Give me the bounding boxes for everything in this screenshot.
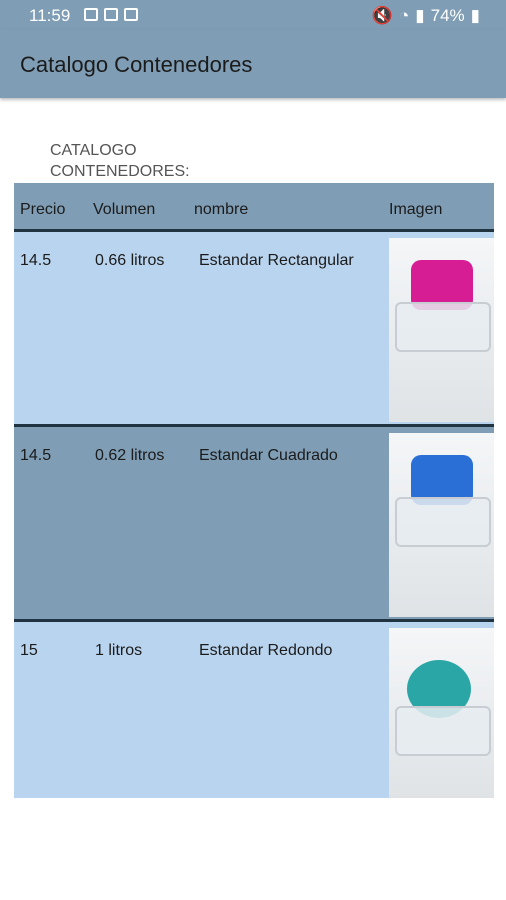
table-header: Precio Volumen nombre Imagen [14, 183, 494, 232]
row-volumen: 0.62 litros [95, 447, 165, 464]
battery-percent: 74% [430, 6, 465, 25]
caption-line-2: CONTENEDORES: [50, 163, 190, 180]
catalog-table: Precio Volumen nombre Imagen 14.5 0.66 l… [14, 183, 494, 798]
app-icon [124, 8, 138, 21]
row-nombre: Estandar Redondo [199, 642, 333, 659]
table-row[interactable]: 14.5 0.66 litros Estandar Rectangular [14, 232, 494, 427]
product-image [389, 433, 494, 617]
status-bar: 11:59 🔇 ◔ ▮ 74% ▮ [0, 0, 506, 30]
app-title: Catalogo Contenedores [20, 52, 253, 77]
wifi-icon: ◔ [398, 6, 410, 25]
status-time: 11:59 [29, 6, 71, 25]
row-precio: 15 [20, 642, 38, 659]
header-volumen: Volumen [93, 201, 156, 218]
signal-icon: ▮ [415, 6, 425, 25]
gallery-icon [84, 8, 98, 21]
row-precio: 14.5 [20, 252, 52, 269]
table-row[interactable]: 15 1 litros Estandar Redondo [14, 622, 494, 798]
caption-line-1: CATALOGO [50, 142, 137, 159]
table-row[interactable]: 14.5 0.62 litros Estandar Cuadrado [14, 427, 494, 622]
product-image [389, 238, 494, 422]
mute-icon: 🔇 [371, 6, 393, 25]
row-nombre: Estandar Cuadrado [199, 447, 338, 464]
row-precio: 14.5 [20, 447, 52, 464]
header-precio: Precio [20, 201, 66, 218]
row-volumen: 0.66 litros [95, 252, 165, 269]
battery-icon: ▮ [470, 6, 480, 25]
catalog-caption: CATALOGO CONTENEDORES: [50, 140, 250, 182]
row-volumen: 1 litros [95, 642, 143, 659]
container-tub-icon [395, 706, 491, 756]
mail-icon [104, 8, 118, 21]
container-tub-icon [395, 497, 491, 547]
container-tub-icon [395, 302, 491, 352]
product-image [389, 628, 494, 798]
row-nombre: Estandar Rectangular [199, 252, 354, 269]
status-right: 🔇 ◔ ▮ 74% ▮ [372, 6, 480, 26]
notification-icons [84, 8, 138, 21]
header-imagen: Imagen [389, 201, 443, 218]
app-bar: Catalogo Contenedores [0, 30, 506, 98]
header-nombre: nombre [194, 201, 249, 218]
